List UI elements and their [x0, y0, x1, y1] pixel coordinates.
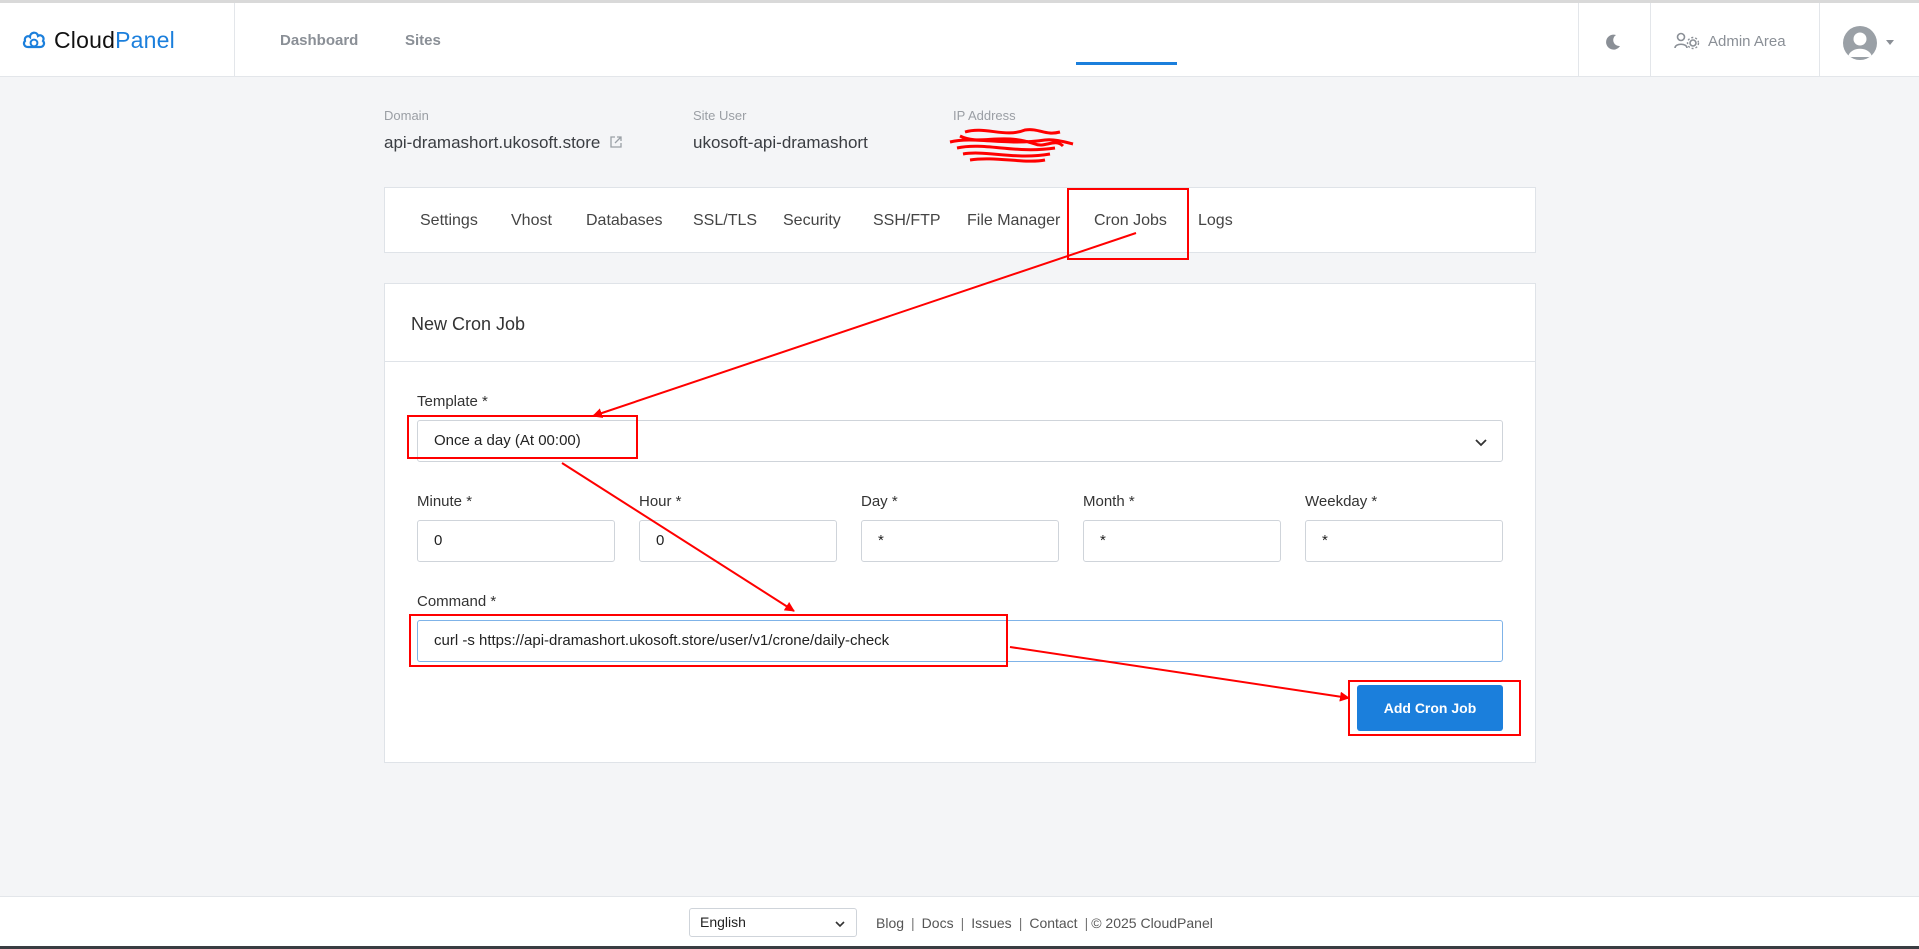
- separator: |: [911, 915, 915, 931]
- cloud-icon: [22, 31, 46, 49]
- ip-address-label: IP Address: [953, 108, 1016, 123]
- month-input[interactable]: *: [1083, 520, 1281, 562]
- chevron-down-icon: [1475, 439, 1487, 447]
- minute-input[interactable]: 0: [417, 520, 615, 562]
- tab-ssl-tls[interactable]: SSL/TLS: [693, 212, 757, 230]
- moon-icon[interactable]: [1604, 33, 1622, 51]
- tab-file-manager[interactable]: File Manager: [967, 212, 1060, 230]
- domain-value[interactable]: api-dramashort.ukosoft.store: [384, 133, 623, 153]
- header-divider: [234, 3, 235, 77]
- separator: |: [1018, 915, 1023, 931]
- template-select[interactable]: Once a day (At 00:00): [417, 420, 1503, 462]
- logo[interactable]: CloudPanel: [20, 25, 175, 55]
- day-input[interactable]: *: [861, 520, 1059, 562]
- tab-security[interactable]: Security: [783, 212, 841, 230]
- nav-sites[interactable]: Sites: [405, 32, 441, 49]
- tab-ssh-ftp[interactable]: SSH/FTP: [873, 212, 941, 230]
- header-divider: [1819, 3, 1820, 77]
- footer-links: Blog | Docs | Issues | Contact | © 2025 CloudPan…: [876, 915, 1213, 931]
- card-title: New Cron Job: [411, 314, 526, 334]
- add-cron-job-button[interactable]: Add Cron Job: [1357, 685, 1503, 731]
- logo-text: CloudPanel: [54, 26, 175, 53]
- footer-link-docs[interactable]: Docs: [922, 915, 954, 931]
- site-user-value: ukosoft-api-dramashort: [693, 133, 868, 152]
- caret-down-icon[interactable]: [1886, 40, 1894, 45]
- template-selected-value: Once a day (At 00:00): [434, 432, 581, 449]
- footer-link-contact[interactable]: Contact: [1029, 915, 1077, 931]
- footer-copyright: © 2025 CloudPanel: [1091, 915, 1213, 931]
- admin-area-label: Admin Area: [1708, 32, 1786, 50]
- month-label: Month *: [1083, 493, 1135, 510]
- footer-link-issues[interactable]: Issues: [971, 915, 1011, 931]
- redaction-scribble: [949, 128, 1074, 163]
- tab-logs[interactable]: Logs: [1198, 212, 1233, 230]
- separator: |: [960, 915, 965, 931]
- chevron-down-icon: [835, 921, 845, 928]
- admin-area-link[interactable]: Admin Area: [1674, 31, 1786, 51]
- weekday-label: Weekday *: [1305, 493, 1378, 510]
- nav-dashboard[interactable]: Dashboard: [280, 32, 358, 49]
- tab-cron-jobs[interactable]: Cron Jobs: [1094, 212, 1167, 230]
- domain-label: Domain: [384, 108, 429, 123]
- minute-label: Minute *: [417, 493, 473, 510]
- tab-vhost[interactable]: Vhost: [511, 212, 552, 230]
- language-select[interactable]: English: [689, 908, 857, 937]
- site-user-label: Site User: [693, 108, 747, 123]
- command-input[interactable]: curl -s https://api-dramashort.ukosoft.s…: [417, 620, 1503, 662]
- separator: |: [1084, 915, 1089, 931]
- day-label: Day *: [861, 493, 898, 510]
- language-value: English: [700, 914, 746, 930]
- top-header: CloudPanel Dashboard Sites Admin Area: [0, 3, 1919, 77]
- weekday-input[interactable]: *: [1305, 520, 1503, 562]
- header-divider: [1578, 3, 1579, 77]
- site-tabs: Settings Vhost Databases SSL/TLS Securit…: [384, 187, 1536, 253]
- hour-input[interactable]: 0: [639, 520, 837, 562]
- footer-link-blog[interactable]: Blog: [876, 915, 904, 931]
- tab-databases[interactable]: Databases: [586, 212, 663, 230]
- card-header: New Cron Job: [385, 284, 1535, 362]
- active-tab-indicator: [1076, 62, 1177, 65]
- header-divider: [1650, 3, 1651, 77]
- template-label: Template *: [417, 393, 488, 410]
- hour-label: Hour *: [639, 493, 682, 510]
- tab-settings[interactable]: Settings: [420, 212, 478, 230]
- command-label: Command *: [417, 593, 497, 610]
- admin-gears-icon: [1674, 32, 1700, 50]
- external-link-icon[interactable]: [609, 135, 623, 149]
- footer: English Blog | Docs | Issues | Contact | © 2025 …: [0, 896, 1919, 949]
- avatar-icon[interactable]: [1843, 26, 1877, 60]
